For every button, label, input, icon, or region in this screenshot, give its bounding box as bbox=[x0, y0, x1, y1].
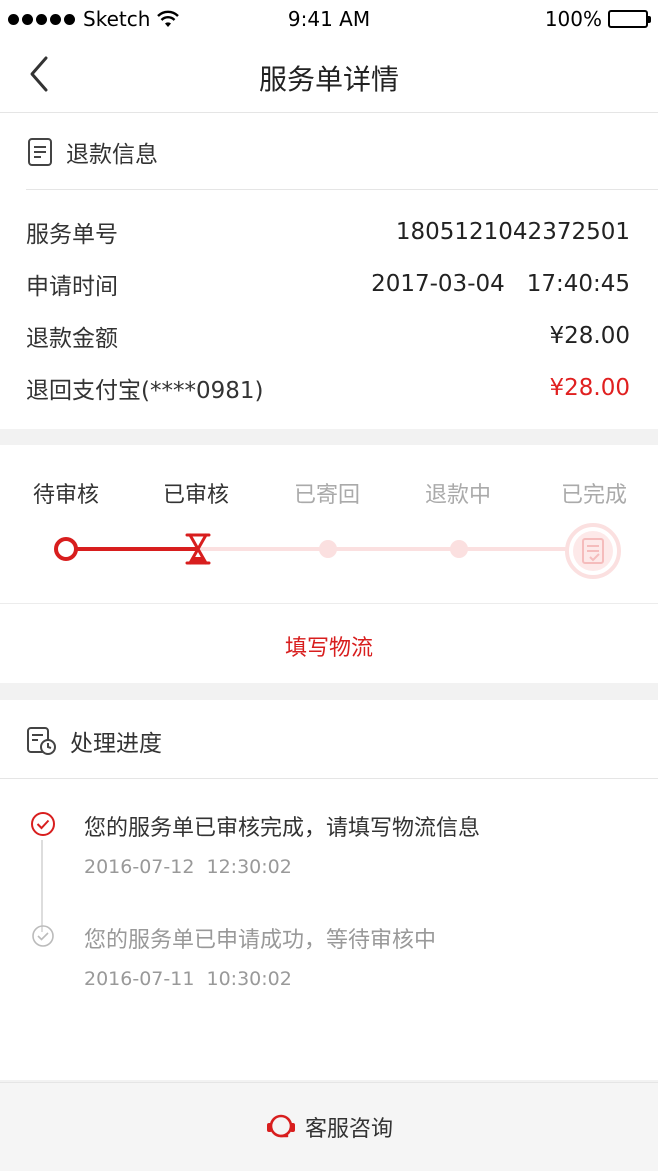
refund-info-header: 退款信息 bbox=[26, 135, 158, 169]
check-circle-icon bbox=[32, 925, 54, 947]
page-title: 服务单详情 bbox=[258, 63, 399, 96]
fill-logistics-row: 填写物流 bbox=[0, 603, 658, 684]
info-value: ¥28.00 bbox=[549, 323, 630, 349]
battery-percent: 100% bbox=[544, 7, 602, 31]
refund-info-title: 退款信息 bbox=[66, 142, 158, 168]
receipt-check-icon bbox=[565, 523, 621, 579]
divider bbox=[0, 778, 658, 779]
info-key: 退款金额 bbox=[26, 326, 118, 352]
info-row-refund-amount: 退款金额 ¥28.00 bbox=[26, 319, 630, 353]
step-dot-pending bbox=[319, 540, 337, 558]
timeline-time: 2016-07-12 12:30:02 bbox=[84, 856, 292, 878]
info-row-apply-time: 申请时间 2017-03-04 17:40:45 bbox=[26, 267, 630, 301]
nav-bar: 服务单详情 bbox=[0, 40, 658, 113]
divider bbox=[26, 189, 658, 190]
customer-service-button[interactable]: 客服咨询 bbox=[0, 1082, 658, 1171]
timeline-text: 您的服务单已申请成功，等待审核中 bbox=[84, 928, 437, 953]
step-dot-pending bbox=[450, 540, 468, 558]
info-value-red: ¥28.00 bbox=[549, 375, 630, 401]
process-card: 处理进度 您的服务单已审核完成，请填写物流信息 2016-07-12 12:30… bbox=[0, 700, 658, 1080]
battery-icon bbox=[608, 10, 651, 28]
process-title: 处理进度 bbox=[70, 731, 162, 757]
info-row-alipay: 退回支付宝(****0981) ¥28.00 bbox=[26, 371, 630, 405]
info-key: 申请时间 bbox=[26, 274, 118, 300]
info-key: 服务单号 bbox=[26, 222, 118, 248]
document-icon bbox=[28, 138, 52, 166]
info-value: 2017-03-04 17:40:45 bbox=[371, 271, 630, 297]
check-circle-icon bbox=[31, 812, 55, 836]
info-row-order-no: 服务单号 1805121042372501 bbox=[26, 215, 630, 249]
customer-service-label: 客服咨询 bbox=[304, 1117, 393, 1142]
battery-group: 100% bbox=[544, 7, 651, 31]
step-dot-done bbox=[54, 537, 78, 561]
refund-progress-card: 待审核 已审核 已寄回 退款中 已完成 填写物流 bbox=[0, 445, 658, 683]
timeline-line bbox=[41, 840, 43, 932]
fill-logistics-link[interactable]: 填写物流 bbox=[285, 630, 373, 662]
info-key: 退回支付宝(****0981) bbox=[26, 378, 264, 404]
process-header: 处理进度 bbox=[26, 724, 162, 758]
timeline-time: 2016-07-11 10:30:02 bbox=[84, 968, 292, 990]
refund-info-card: 退款信息 服务单号 1805121042372501 申请时间 2017-03-… bbox=[0, 113, 658, 429]
timeline-text: 您的服务单已审核完成，请填写物流信息 bbox=[84, 816, 481, 841]
info-value: 1805121042372501 bbox=[395, 219, 630, 245]
timeline-item: 您的服务单已申请成功，等待审核中 2016-07-11 10:30:02 bbox=[84, 922, 436, 990]
headset-icon bbox=[266, 1114, 295, 1138]
progress-track bbox=[54, 523, 621, 579]
document-clock-icon bbox=[27, 727, 56, 755]
timeline-item: 您的服务单已审核完成，请填写物流信息 2016-07-12 12:30:02 bbox=[84, 810, 480, 878]
status-bar: Sketch 9:41 AM 100% bbox=[0, 0, 658, 40]
